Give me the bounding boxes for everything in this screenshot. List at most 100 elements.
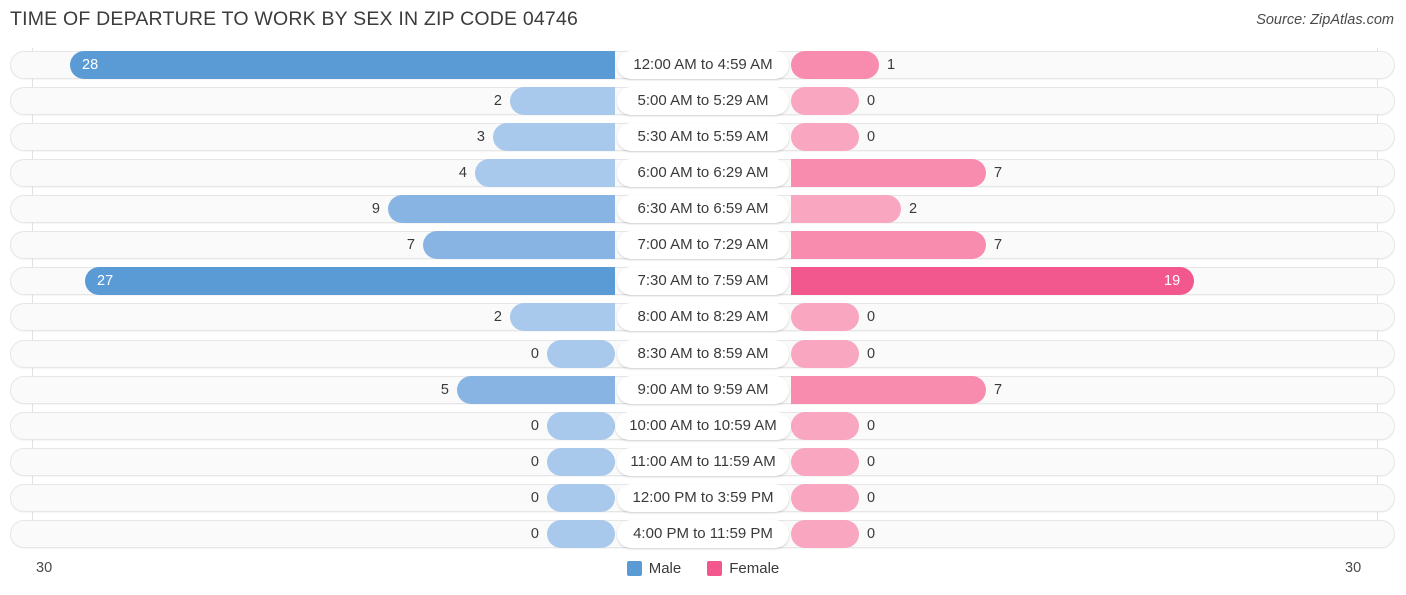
table-row[interactable]: 28 1 12:00 AM to 4:59 AM [0, 48, 1406, 84]
legend-label-female: Female [729, 560, 780, 577]
source-attribution: Source: ZipAtlas.com [1256, 12, 1394, 28]
female-value-label: 7 [994, 237, 1003, 254]
category-label-pill: 4:00 PM to 11:59 PM [617, 519, 789, 548]
female-bar-half: 0 [703, 303, 1406, 332]
table-row[interactable]: 9 2 6:30 AM to 6:59 AM [0, 192, 1406, 228]
table-row[interactable]: 27 19 7:30 AM to 7:59 AM [0, 264, 1406, 300]
male-bar[interactable] [510, 87, 615, 116]
legend-swatch-female-icon [707, 561, 723, 576]
female-value-label: 0 [867, 129, 876, 146]
male-value-label: 9 [371, 201, 380, 218]
female-value-label: 0 [867, 93, 876, 110]
legend-item-female[interactable]: Female [707, 560, 779, 577]
female-bar[interactable] [791, 411, 859, 440]
category-label-pill: 5:30 AM to 5:59 AM [617, 123, 789, 152]
male-value-label: 2 [493, 309, 502, 326]
bar-rows-container: 28 1 12:00 AM to 4:59 AM 2 0 5:00 AM to 5:29 … [0, 48, 1406, 553]
category-label-pill: 7:00 AM to 7:29 AM [617, 231, 789, 260]
female-value-label: 0 [867, 309, 876, 326]
male-bar[interactable] [547, 339, 615, 368]
male-bar-half: 3 [0, 123, 703, 152]
female-value-label: 7 [994, 165, 1003, 182]
chart-footer: 30 30 Male Female [0, 552, 1406, 595]
male-value-label: 0 [530, 453, 539, 470]
female-bar[interactable] [791, 159, 986, 188]
male-bar[interactable] [493, 123, 615, 152]
table-row[interactable]: 0 0 4:00 PM to 11:59 PM [0, 517, 1406, 553]
male-bar[interactable] [388, 195, 615, 224]
male-bar[interactable] [547, 447, 615, 476]
male-value-label: 4 [458, 165, 467, 182]
table-row[interactable]: 4 7 6:00 AM to 6:29 AM [0, 156, 1406, 192]
male-bar[interactable] [547, 519, 615, 548]
male-value-label: 0 [530, 525, 539, 542]
male-bar-half: 9 [0, 195, 703, 224]
male-bar-half: 28 [0, 51, 703, 79]
legend-swatch-male-icon [626, 561, 642, 576]
category-label-pill: 8:30 AM to 8:59 AM [617, 339, 789, 368]
chart-header: TIME OF DEPARTURE TO WORK BY SEX IN ZIP … [0, 0, 1406, 44]
female-bar-half: 7 [703, 159, 1406, 188]
table-row[interactable]: 5 7 9:00 AM to 9:59 AM [0, 373, 1406, 409]
female-bar-half: 0 [703, 411, 1406, 440]
male-value-label: 3 [476, 129, 485, 146]
category-label-pill: 11:00 AM to 11:59 AM [616, 447, 790, 476]
table-row[interactable]: 7 7 7:00 AM to 7:29 AM [0, 228, 1406, 264]
table-row[interactable]: 0 0 10:00 AM to 10:59 AM [0, 409, 1406, 445]
female-bar[interactable] [791, 375, 986, 404]
category-label-pill: 9:00 AM to 9:59 AM [617, 375, 789, 404]
female-bar-half: 0 [703, 483, 1406, 512]
male-value-label: 0 [530, 417, 539, 434]
female-bar-half: 7 [703, 231, 1406, 260]
male-bar-half: 0 [0, 447, 703, 476]
female-bar[interactable] [791, 267, 1194, 296]
male-bar[interactable] [547, 411, 615, 440]
female-bar[interactable] [791, 303, 859, 332]
female-bar[interactable] [791, 123, 859, 152]
male-bar-half: 27 [0, 267, 703, 296]
male-bar[interactable] [70, 51, 615, 79]
female-value-label: 0 [867, 489, 876, 506]
chart-plot-area: 28 1 12:00 AM to 4:59 AM 2 0 5:00 AM to 5:29 … [0, 48, 1406, 548]
table-row[interactable]: 3 0 5:30 AM to 5:59 AM [0, 120, 1406, 156]
female-value-label: 1 [887, 57, 896, 73]
female-value-label: 19 [1164, 273, 1181, 290]
legend-item-male[interactable]: Male [626, 560, 681, 577]
female-bar-half: 0 [703, 519, 1406, 548]
category-label-pill: 6:30 AM to 6:59 AM [617, 195, 789, 224]
male-bar[interactable] [475, 159, 615, 188]
male-value-label: 0 [530, 489, 539, 506]
table-row[interactable]: 2 0 8:00 AM to 8:29 AM [0, 300, 1406, 336]
female-value-label: 7 [994, 381, 1003, 398]
male-bar[interactable] [510, 303, 615, 332]
male-bar-half: 0 [0, 411, 703, 440]
male-bar[interactable] [457, 375, 615, 404]
female-bar[interactable] [791, 87, 859, 116]
table-row[interactable]: 2 0 5:00 AM to 5:29 AM [0, 84, 1406, 120]
category-label-pill: 6:00 AM to 6:29 AM [617, 159, 789, 188]
male-bar[interactable] [547, 483, 615, 512]
male-value-label: 7 [406, 237, 415, 254]
female-bar[interactable] [791, 519, 859, 548]
table-row[interactable]: 0 0 8:30 AM to 8:59 AM [0, 337, 1406, 373]
female-bar[interactable] [791, 51, 879, 79]
female-bar[interactable] [791, 447, 859, 476]
table-row[interactable]: 0 0 12:00 PM to 3:59 PM [0, 481, 1406, 517]
female-bar[interactable] [791, 231, 986, 260]
male-value-label: 5 [440, 381, 449, 398]
female-bar-half: 0 [703, 87, 1406, 116]
category-label-pill: 12:00 AM to 4:59 AM [617, 51, 789, 79]
male-value-label: 28 [82, 57, 99, 73]
female-bar-half: 19 [703, 267, 1406, 296]
male-bar[interactable] [423, 231, 615, 260]
table-row[interactable]: 0 0 11:00 AM to 11:59 AM [0, 445, 1406, 481]
male-bar-half: 2 [0, 87, 703, 116]
female-bar[interactable] [791, 339, 859, 368]
female-bar-half: 1 [703, 51, 1406, 79]
female-value-label: 0 [867, 417, 876, 434]
female-bar[interactable] [791, 483, 859, 512]
male-bar[interactable] [85, 267, 615, 296]
male-value-label: 2 [493, 93, 502, 110]
female-bar[interactable] [791, 195, 901, 224]
female-bar-half: 2 [703, 195, 1406, 224]
